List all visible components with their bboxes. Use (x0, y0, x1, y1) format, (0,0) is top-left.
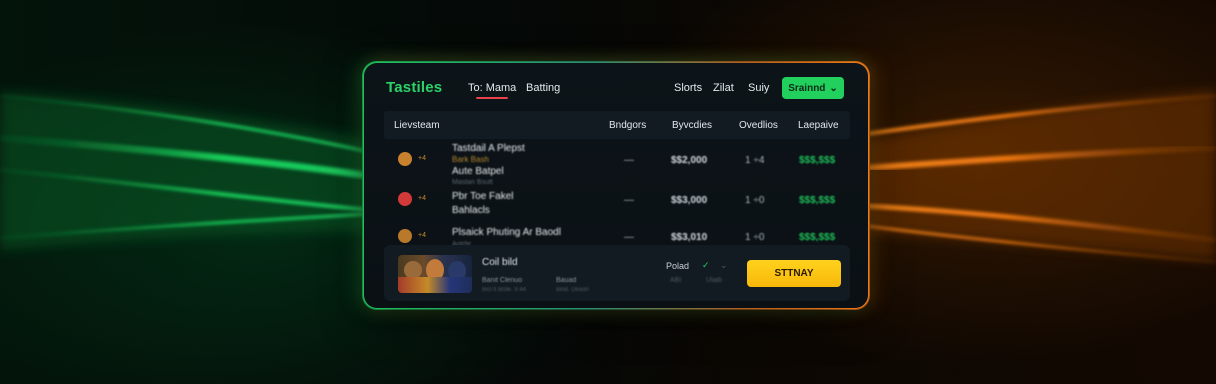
row-extra: Aute Batpel (452, 166, 504, 177)
odds-badge: +4 (418, 195, 426, 202)
play-button[interactable]: STTNAY (747, 260, 841, 287)
column-header-laepaive[interactable]: Laepaive (798, 120, 839, 131)
featured-sub-1: Bicl lt Bclle. 9.44 (482, 287, 527, 293)
table-header: Lievsteam Bndgors Byvcdies Ovedlios Laep… (384, 111, 850, 139)
table-row[interactable]: +4 Pbr Toe Fakel Bahlacls — $$3,000 1 ÷0… (384, 183, 850, 219)
row-extra: Bahlacls (452, 205, 490, 216)
team-avatar (398, 229, 412, 243)
played-label: Polad (666, 261, 690, 271)
row-value: $$3,000 (671, 195, 708, 206)
row-subtitle: Bark Bash (452, 155, 489, 164)
table-row[interactable]: +4 Tastdail A Plepst Bark Bash Aute Batp… (384, 141, 850, 186)
row-ratio: 1 ÷0 (745, 195, 765, 206)
row-title: Plsaick Phuting Ar Baodl (452, 227, 561, 238)
played-sub-1: ABI (670, 277, 682, 284)
row-ratio: 1 ÷4 (745, 155, 765, 166)
row-dash: — (624, 232, 634, 243)
featured-label-1: Banit Clenuo (482, 277, 523, 284)
featured-sub-2: Blod. Deaon (556, 287, 590, 293)
nav-link-to-mama[interactable]: To: Mama (468, 82, 516, 99)
team-avatar (398, 192, 412, 206)
chevron-down-icon: ⌄ (829, 82, 838, 94)
column-header-bndgors[interactable]: Bndgors (609, 120, 646, 131)
header-link-zilat[interactable]: Zilat (713, 82, 734, 94)
odds-badge: +4 (418, 155, 426, 162)
featured-label-2: Bauad (556, 277, 577, 284)
brand-logo[interactable]: Tastiles (386, 79, 442, 96)
column-header-livestream[interactable]: Lievsteam (394, 120, 440, 131)
match-thumbnail[interactable] (398, 255, 472, 293)
featured-title: Coil bild (482, 257, 518, 268)
row-title: Pbr Toe Fakel (452, 191, 514, 202)
column-header-byvcdies[interactable]: Byvcdies (672, 120, 712, 131)
row-green-value[interactable]: $$$,$$$ (799, 155, 835, 166)
row-dash: — (624, 195, 634, 206)
header-link-slorts[interactable]: Slorts (674, 82, 702, 94)
row-value: $$2,000 (671, 155, 708, 166)
team-avatar (398, 152, 412, 166)
row-green-value[interactable]: $$$,$$$ (799, 232, 835, 243)
header-link-suiy[interactable]: Suiy (748, 82, 769, 94)
nav-link-batting[interactable]: Batting (526, 82, 560, 94)
played-sub-2: Ulaib (706, 277, 722, 284)
row-title: Tastdail A Plepst (452, 143, 525, 154)
signin-button-label: Srainnd (788, 82, 826, 94)
row-value: $$3,010 (671, 232, 708, 243)
odds-badge: +4 (418, 232, 426, 239)
column-header-ovedlios[interactable]: Ovedlios (739, 120, 778, 131)
row-dash: — (624, 155, 634, 166)
check-icon: ✓ (702, 260, 710, 270)
top-bar: Tastiles To: Mama Batting Slorts Zilat S… (364, 63, 868, 111)
main-panel: Tastiles To: Mama Batting Slorts Zilat S… (363, 62, 869, 309)
signin-button[interactable]: Srainnd ⌄ (782, 77, 844, 99)
row-green-value[interactable]: $$$,$$$ (799, 195, 835, 206)
row-ratio: 1 ÷0 (745, 232, 765, 243)
chevron-down-icon[interactable]: ⌄ (720, 260, 728, 271)
featured-match-bar: Coil bild Banit Clenuo Bauad Bicl lt Bcl… (384, 245, 850, 301)
